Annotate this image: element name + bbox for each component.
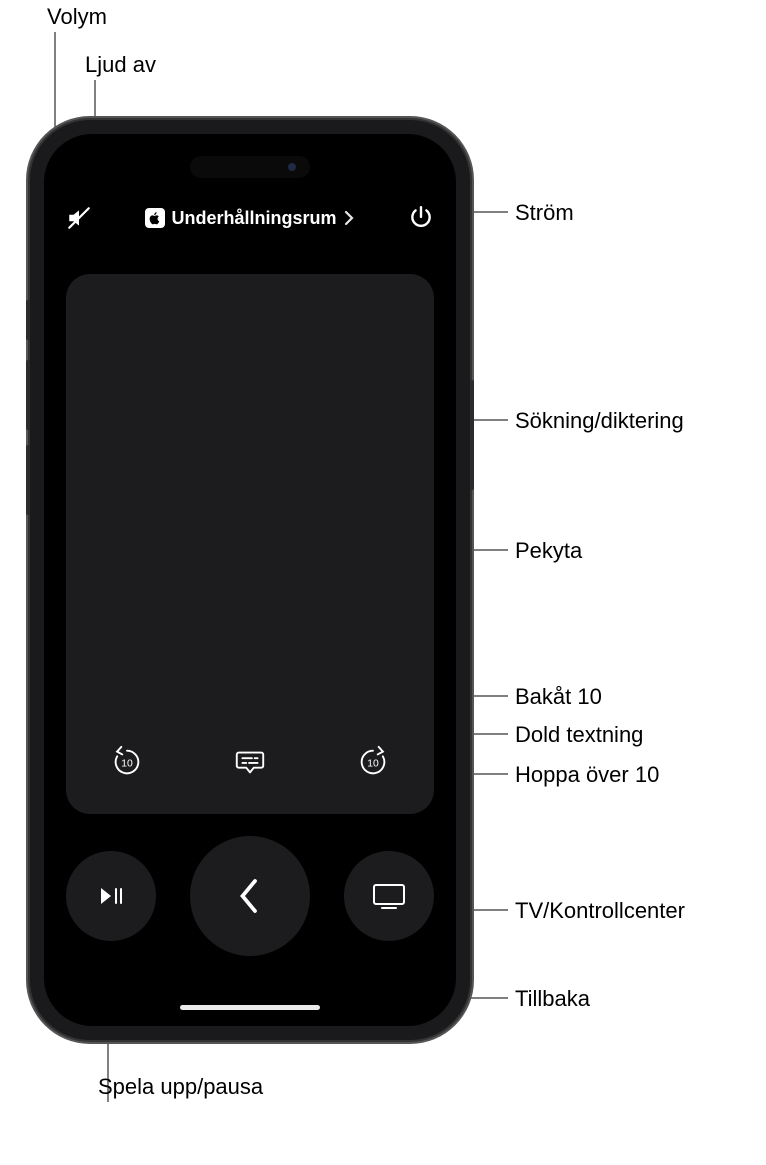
phone-notch	[190, 156, 310, 178]
physical-volume-up[interactable]	[26, 360, 30, 430]
skip-forward-10-button[interactable]: 10	[349, 738, 397, 786]
play-pause-icon	[94, 879, 128, 913]
phone-frame: Underhållningsrum 10	[30, 120, 470, 1040]
mute-icon	[66, 205, 92, 231]
bottom-controls	[66, 836, 434, 956]
back-button[interactable]	[190, 836, 310, 956]
power-icon	[408, 205, 434, 231]
chevron-left-icon	[235, 876, 265, 916]
tv-icon	[370, 879, 408, 913]
apple-tv-badge-icon	[145, 208, 165, 228]
captions-icon	[233, 745, 267, 779]
phone-screen: Underhållningsrum 10	[44, 134, 456, 1026]
touchpad-button-row: 10 10	[66, 732, 434, 792]
home-indicator[interactable]	[180, 1005, 320, 1010]
physical-volume-down[interactable]	[26, 445, 30, 515]
tv-control-center-button[interactable]	[344, 851, 434, 941]
physical-ringer-switch[interactable]	[26, 300, 30, 340]
front-camera	[288, 163, 296, 171]
svg-text:10: 10	[122, 759, 134, 770]
skip-back-10-icon: 10	[110, 745, 144, 779]
chevron-right-icon	[343, 210, 355, 226]
play-pause-button[interactable]	[66, 851, 156, 941]
mute-button[interactable]	[66, 205, 92, 231]
physical-side-button[interactable]	[470, 380, 474, 490]
svg-text:10: 10	[367, 759, 379, 770]
power-button[interactable]	[408, 205, 434, 231]
remote-top-bar: Underhållningsrum	[44, 194, 456, 242]
touchpad-area[interactable]: 10 10	[66, 274, 434, 814]
closed-captions-button[interactable]	[226, 738, 274, 786]
skip-back-10-button[interactable]: 10	[103, 738, 151, 786]
device-name-label: Underhållningsrum	[171, 208, 336, 229]
device-picker-button[interactable]: Underhållningsrum	[145, 208, 354, 229]
skip-forward-10-icon: 10	[356, 745, 390, 779]
